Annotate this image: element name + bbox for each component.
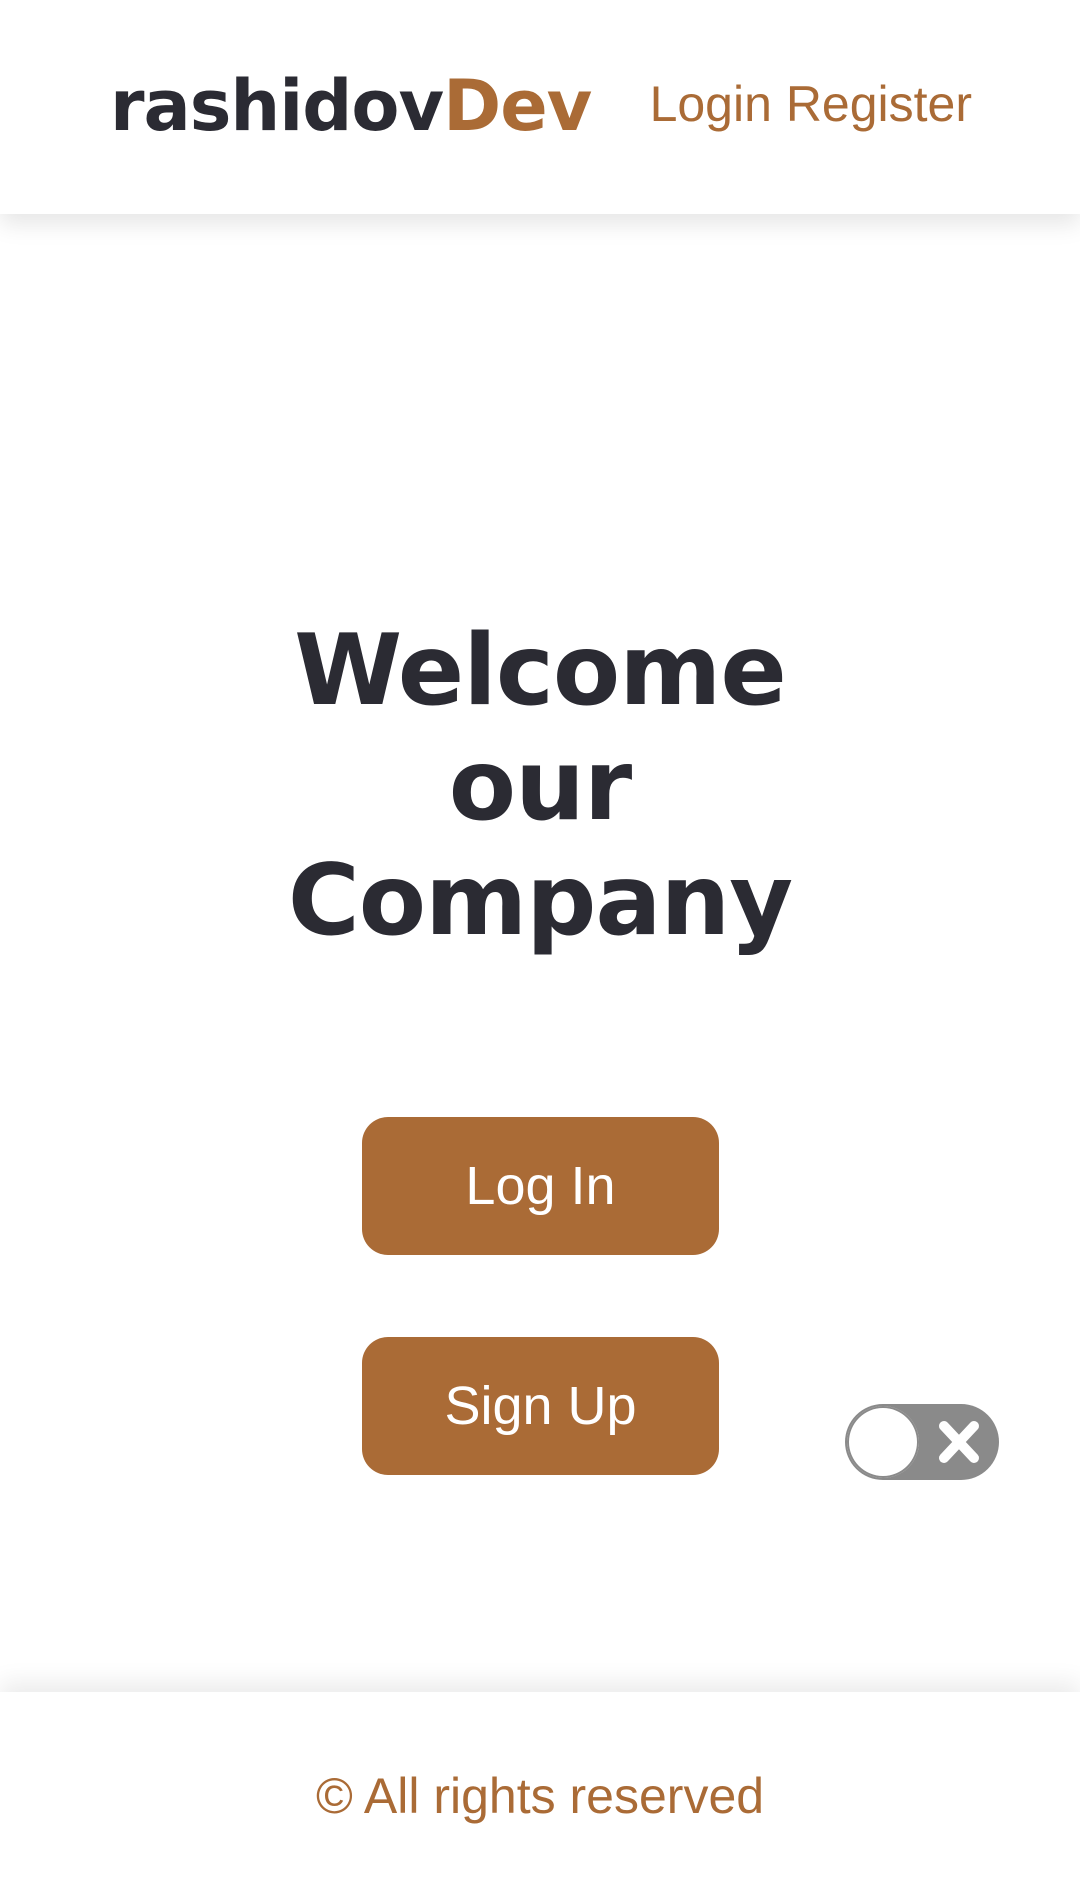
hero-title-line-1: Welcome xyxy=(294,614,787,728)
nav-register-link[interactable]: Register xyxy=(786,76,972,132)
header-nav: Login Register xyxy=(650,72,972,136)
site-footer: © All rights reserved xyxy=(0,1692,1080,1901)
close-icon xyxy=(939,1421,979,1463)
main-content: Welcome our Company Log In Sign Up xyxy=(0,214,1080,1692)
signup-button[interactable]: Sign Up xyxy=(362,1337,719,1475)
nav-login-link[interactable]: Login xyxy=(650,76,772,132)
logo-text-accent: Dev xyxy=(443,65,592,147)
login-button[interactable]: Log In xyxy=(362,1117,719,1255)
hero-title-line-2: our xyxy=(448,729,632,843)
toggle-knob xyxy=(847,1406,919,1478)
logo-text-primary: rashidov xyxy=(110,65,444,147)
hero-title: Welcome our Company xyxy=(240,614,840,959)
hero-title-line-3: Company xyxy=(287,844,793,958)
theme-toggle[interactable] xyxy=(845,1404,999,1480)
logo[interactable]: rashidovDev xyxy=(110,58,592,154)
site-header: rashidovDev Login Register xyxy=(0,0,1080,214)
footer-copyright: © All rights reserved xyxy=(315,1768,765,1824)
